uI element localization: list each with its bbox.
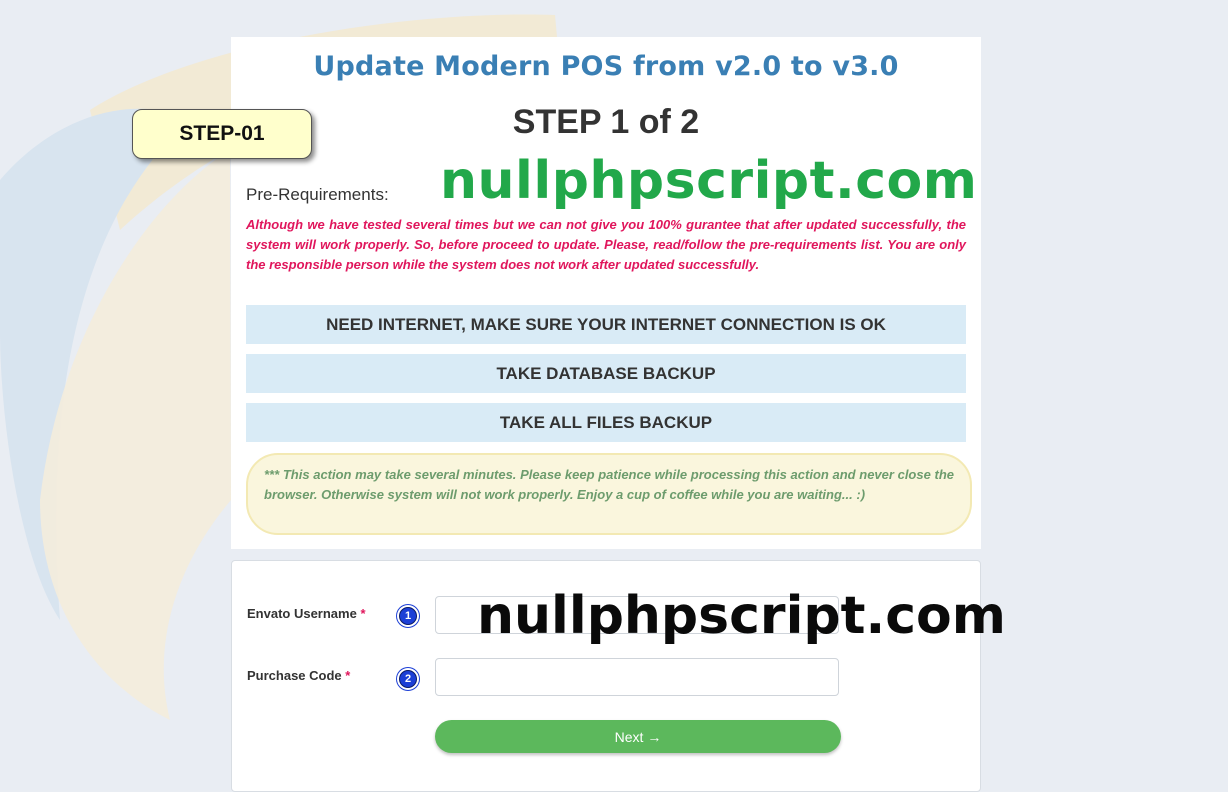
required-mark: * (360, 606, 366, 621)
page-title: Update Modern POS from v2.0 to v3.0 (313, 51, 899, 82)
requirement-files-backup: TAKE ALL FILES BACKUP (246, 403, 966, 442)
processing-note: *** This action may take several minutes… (246, 453, 972, 535)
watermark-text: nullphpscript.com (440, 151, 978, 211)
warning-text: Although we have tested several times bu… (246, 217, 966, 272)
step-number-2-badge: 2 (399, 670, 417, 688)
license-form: Envato Username * 1 nullphpscript.com Pu… (231, 560, 1006, 792)
step-badge: STEP-01 (132, 109, 312, 159)
required-mark: * (345, 668, 351, 683)
envato-username-input[interactable] (435, 596, 839, 634)
step-heading: STEP 1 of 2 (512, 103, 700, 141)
purchase-code-label: Purchase Code * (247, 668, 350, 683)
requirement-database-backup: TAKE DATABASE BACKUP (246, 354, 966, 393)
requirement-internet: NEED INTERNET, MAKE SURE YOUR INTERNET C… (246, 305, 966, 344)
purchase-code-label-text: Purchase Code (247, 668, 342, 683)
update-panel: Update Modern POS from v2.0 to v3.0 STEP… (231, 37, 981, 549)
step-number-1-badge: 1 (399, 607, 417, 625)
purchase-code-input[interactable] (435, 658, 839, 696)
envato-username-label-text: Envato Username (247, 606, 357, 621)
next-button[interactable]: Next → (435, 720, 841, 753)
envato-username-label: Envato Username * (247, 606, 366, 621)
pre-requirements-label: Pre-Requirements: (246, 185, 389, 204)
